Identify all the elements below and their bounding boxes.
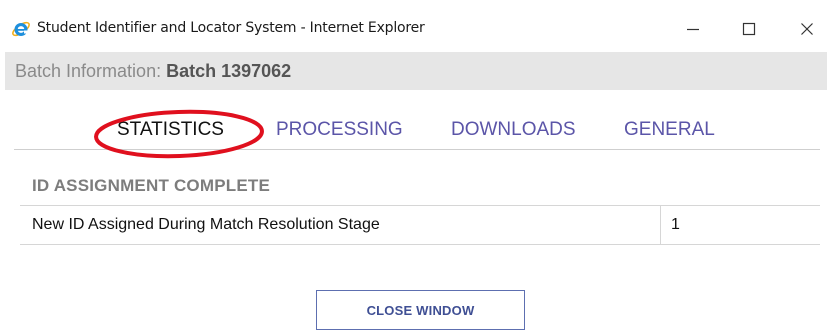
row-label: New ID Assigned During Match Resolution … — [32, 216, 380, 233]
browser-window: Student Identifier and Locator System - … — [0, 0, 827, 330]
section-title: ID ASSIGNMENT COMPLETE — [32, 176, 271, 195]
maximize-icon[interactable] — [729, 14, 769, 44]
internet-explorer-icon — [11, 19, 31, 39]
column-divider — [660, 206, 661, 244]
batch-info-label: Batch Information: — [15, 60, 167, 81]
close-icon[interactable] — [787, 14, 827, 44]
tab-processing[interactable]: PROCESSING — [276, 119, 403, 141]
tab-divider — [14, 149, 820, 150]
row-value: 1 — [671, 216, 680, 233]
table-row: New ID Assigned During Match Resolution … — [20, 205, 820, 245]
tab-statistics[interactable]: STATISTICS — [117, 119, 224, 141]
close-window-button[interactable]: CLOSE WINDOW — [316, 290, 525, 330]
window-title: Student Identifier and Locator System - … — [37, 20, 425, 36]
batch-info-bar: Batch Information: Batch 1397062 — [5, 52, 827, 90]
tab-bar: STATISTICS PROCESSING DOWNLOADS GENERAL — [0, 112, 827, 150]
tab-downloads[interactable]: DOWNLOADS — [451, 119, 576, 141]
tab-general[interactable]: GENERAL — [624, 119, 715, 141]
batch-number: Batch 1397062 — [166, 60, 292, 81]
minimize-icon[interactable] — [673, 14, 713, 44]
title-bar: Student Identifier and Locator System - … — [0, 0, 827, 52]
